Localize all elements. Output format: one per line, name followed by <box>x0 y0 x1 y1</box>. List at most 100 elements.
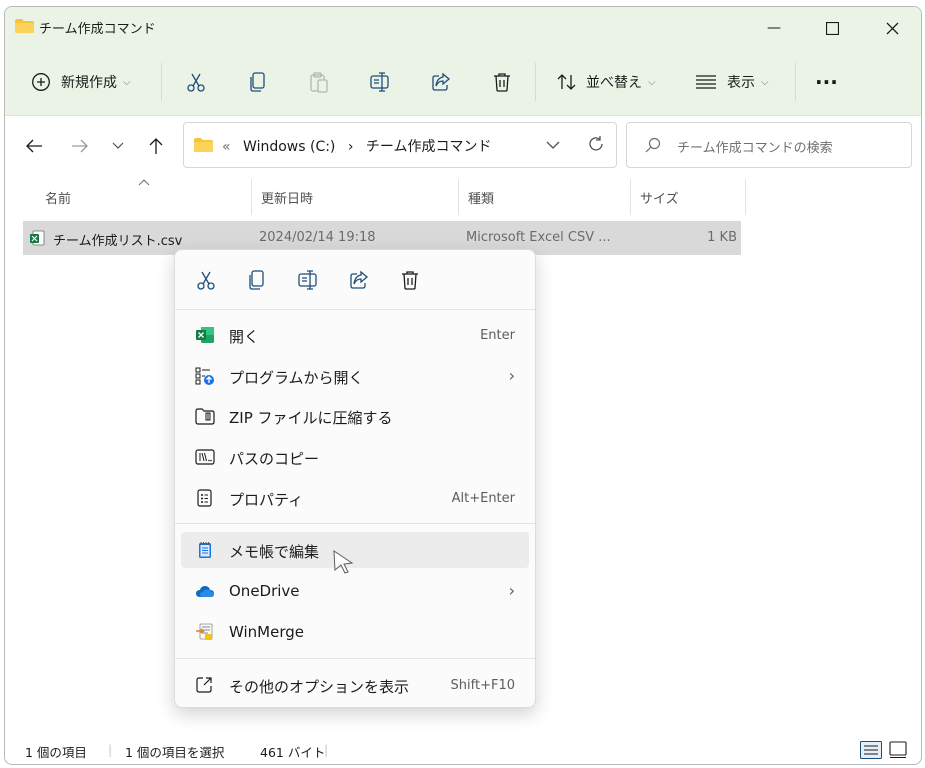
details-view-button[interactable] <box>860 741 882 759</box>
menu-item-copy-path[interactable]: パスのコピー <box>181 439 529 475</box>
back-button[interactable] <box>19 131 49 161</box>
copy-icon <box>249 270 264 290</box>
column-header-modified[interactable]: 更新日時 <box>261 177 313 217</box>
forward-button <box>65 131 95 161</box>
maximize-button[interactable] <box>803 7 861 49</box>
open-with-icon <box>195 367 214 385</box>
more-button[interactable]: ··· <box>815 49 838 115</box>
zip-icon <box>195 408 215 425</box>
file-size: 1 KB <box>707 230 737 245</box>
sort-button[interactable]: 並べ替え ⌵ <box>556 49 656 115</box>
column-divider[interactable] <box>458 179 459 215</box>
cut-button[interactable] <box>185 49 207 115</box>
arrow-left-icon <box>26 139 42 153</box>
submenu-arrow-icon: › <box>508 581 515 600</box>
column-header-type[interactable]: 種類 <box>468 177 494 217</box>
column-divider[interactable] <box>630 179 631 215</box>
menu-copy-button[interactable] <box>241 264 273 296</box>
menu-item-open[interactable]: 開く Enter <box>181 317 529 353</box>
menu-item-winmerge[interactable]: WinMerge <box>181 614 529 650</box>
cut-icon <box>187 73 205 92</box>
delete-button[interactable] <box>491 49 513 115</box>
menu-rename-button[interactable] <box>292 264 324 296</box>
large-icons-view-button[interactable] <box>889 741 907 759</box>
sort-icon <box>557 74 576 90</box>
column-header-size[interactable]: サイズ <box>640 177 679 217</box>
trash-icon <box>494 73 510 92</box>
menu-item-open-with[interactable]: プログラムから開く › <box>181 358 529 394</box>
breadcrumb-overflow[interactable]: « <box>222 139 231 155</box>
notepad-icon <box>199 542 211 558</box>
menu-item-accelerator: Alt+Enter <box>451 491 515 506</box>
column-divider[interactable] <box>745 179 746 215</box>
minimize-button[interactable]: — <box>745 7 803 49</box>
menu-share-button[interactable] <box>343 264 375 296</box>
chevron-down-icon: ⌵ <box>123 76 131 88</box>
paste-button <box>308 49 330 115</box>
file-modified: 2024/02/14 19:18 <box>259 230 376 245</box>
menu-item-onedrive[interactable]: OneDrive › <box>181 573 529 609</box>
menu-cut-button[interactable] <box>190 264 222 296</box>
excel-icon <box>196 327 214 343</box>
menu-delete-button[interactable] <box>394 264 426 296</box>
properties-icon <box>197 489 212 507</box>
menu-item-label: プログラムから開く <box>229 369 364 387</box>
arrow-up-icon <box>149 138 163 154</box>
status-size: 461 バイト <box>260 745 326 760</box>
minimize-icon: — <box>767 20 781 36</box>
rename-icon <box>370 72 389 92</box>
address-bar[interactable]: « Windows (C:) › チーム作成コマンド <box>183 122 617 168</box>
copy-button[interactable] <box>248 49 268 115</box>
status-selection: 1 個の項目を選択 <box>125 745 225 760</box>
recent-locations-button[interactable] <box>103 131 133 161</box>
column-header-name[interactable]: 名前 <box>45 177 71 217</box>
window-title: チーム作成コマンド <box>39 22 156 37</box>
breadcrumb: « Windows (C:) › チーム作成コマンド <box>222 136 500 156</box>
breadcrumb-folder[interactable]: チーム作成コマンド <box>366 139 492 155</box>
chevron-down-icon: ⌵ <box>761 76 769 88</box>
rename-icon <box>298 270 317 290</box>
toolbar-divider <box>795 63 796 101</box>
menu-item-label: その他のオプションを表示 <box>229 678 410 696</box>
view-list-icon <box>696 75 716 89</box>
more-icon: ··· <box>815 70 838 94</box>
status-item-count: 1 個の項目 <box>25 745 87 760</box>
view-button[interactable]: 表示 ⌵ <box>695 49 769 115</box>
copy-path-icon <box>195 449 215 465</box>
title-bar[interactable]: チーム作成コマンド — <box>5 7 921 49</box>
search-box[interactable]: チーム作成コマンドの検索 <box>626 122 912 168</box>
breadcrumb-drive[interactable]: Windows (C:) <box>243 139 335 155</box>
close-button[interactable] <box>863 7 921 49</box>
menu-item-zip[interactable]: ZIP ファイルに圧縮する <box>181 398 529 434</box>
view-label: 表示 <box>727 75 755 91</box>
arrow-right-icon <box>72 139 88 153</box>
menu-divider <box>175 658 535 659</box>
chevron-down-icon: ⌵ <box>648 76 656 88</box>
mouse-cursor-icon <box>333 550 354 574</box>
status-divider: | <box>108 742 113 757</box>
menu-item-label: ZIP ファイルに圧縮する <box>229 409 393 427</box>
status-divider: | <box>324 742 329 757</box>
column-modified-label: 更新日時 <box>261 191 314 207</box>
more-options-icon <box>196 677 212 693</box>
menu-divider <box>175 523 535 524</box>
menu-item-label: プロパティ <box>229 491 304 509</box>
breadcrumb-separator: › <box>347 139 354 155</box>
rename-button[interactable] <box>369 49 391 115</box>
up-button[interactable] <box>141 131 171 161</box>
menu-item-accelerator: Enter <box>480 328 515 343</box>
refresh-icon[interactable] <box>587 135 605 153</box>
menu-item-properties[interactable]: プロパティ Alt+Enter <box>181 480 529 516</box>
address-history-chevron-icon[interactable] <box>546 141 560 150</box>
share-button[interactable] <box>430 49 452 115</box>
folder-icon <box>15 19 34 33</box>
new-button[interactable]: 新規作成 ⌵ <box>31 49 131 115</box>
search-icon <box>645 137 661 153</box>
onedrive-icon <box>196 586 214 597</box>
toolbar-divider <box>535 63 536 101</box>
menu-item-more-options[interactable]: その他のオプションを表示 Shift+F10 <box>181 667 529 703</box>
folder-icon <box>194 138 213 152</box>
column-divider[interactable] <box>251 179 252 215</box>
sort-label: 並べ替え <box>586 75 642 91</box>
share-icon <box>432 72 451 91</box>
